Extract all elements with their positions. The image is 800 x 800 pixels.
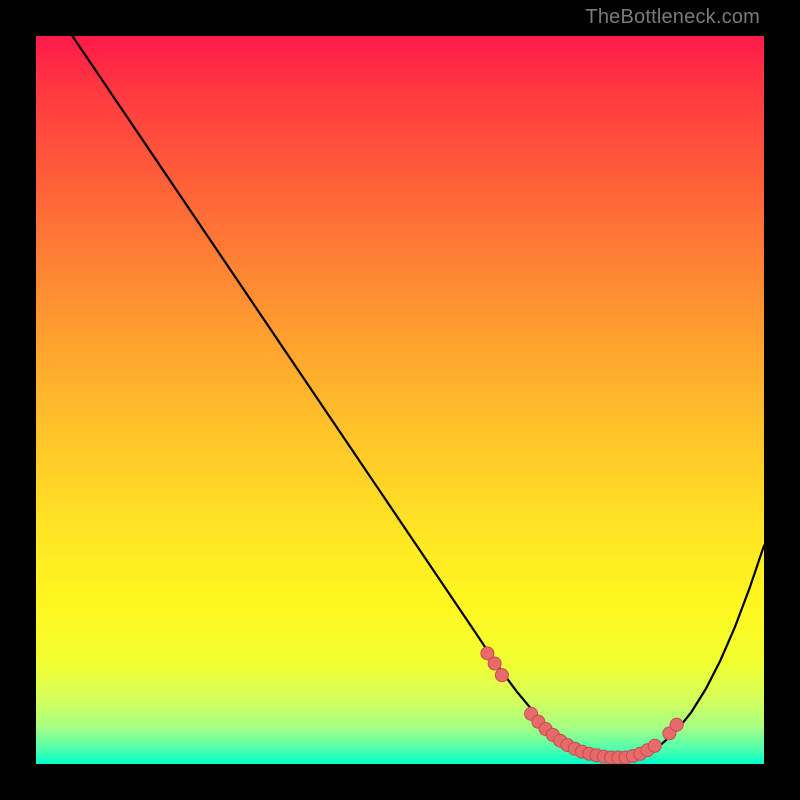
chart-frame: TheBottleneck.com <box>0 0 800 800</box>
plot-area <box>36 36 764 764</box>
watermark-text: TheBottleneck.com <box>585 6 760 29</box>
